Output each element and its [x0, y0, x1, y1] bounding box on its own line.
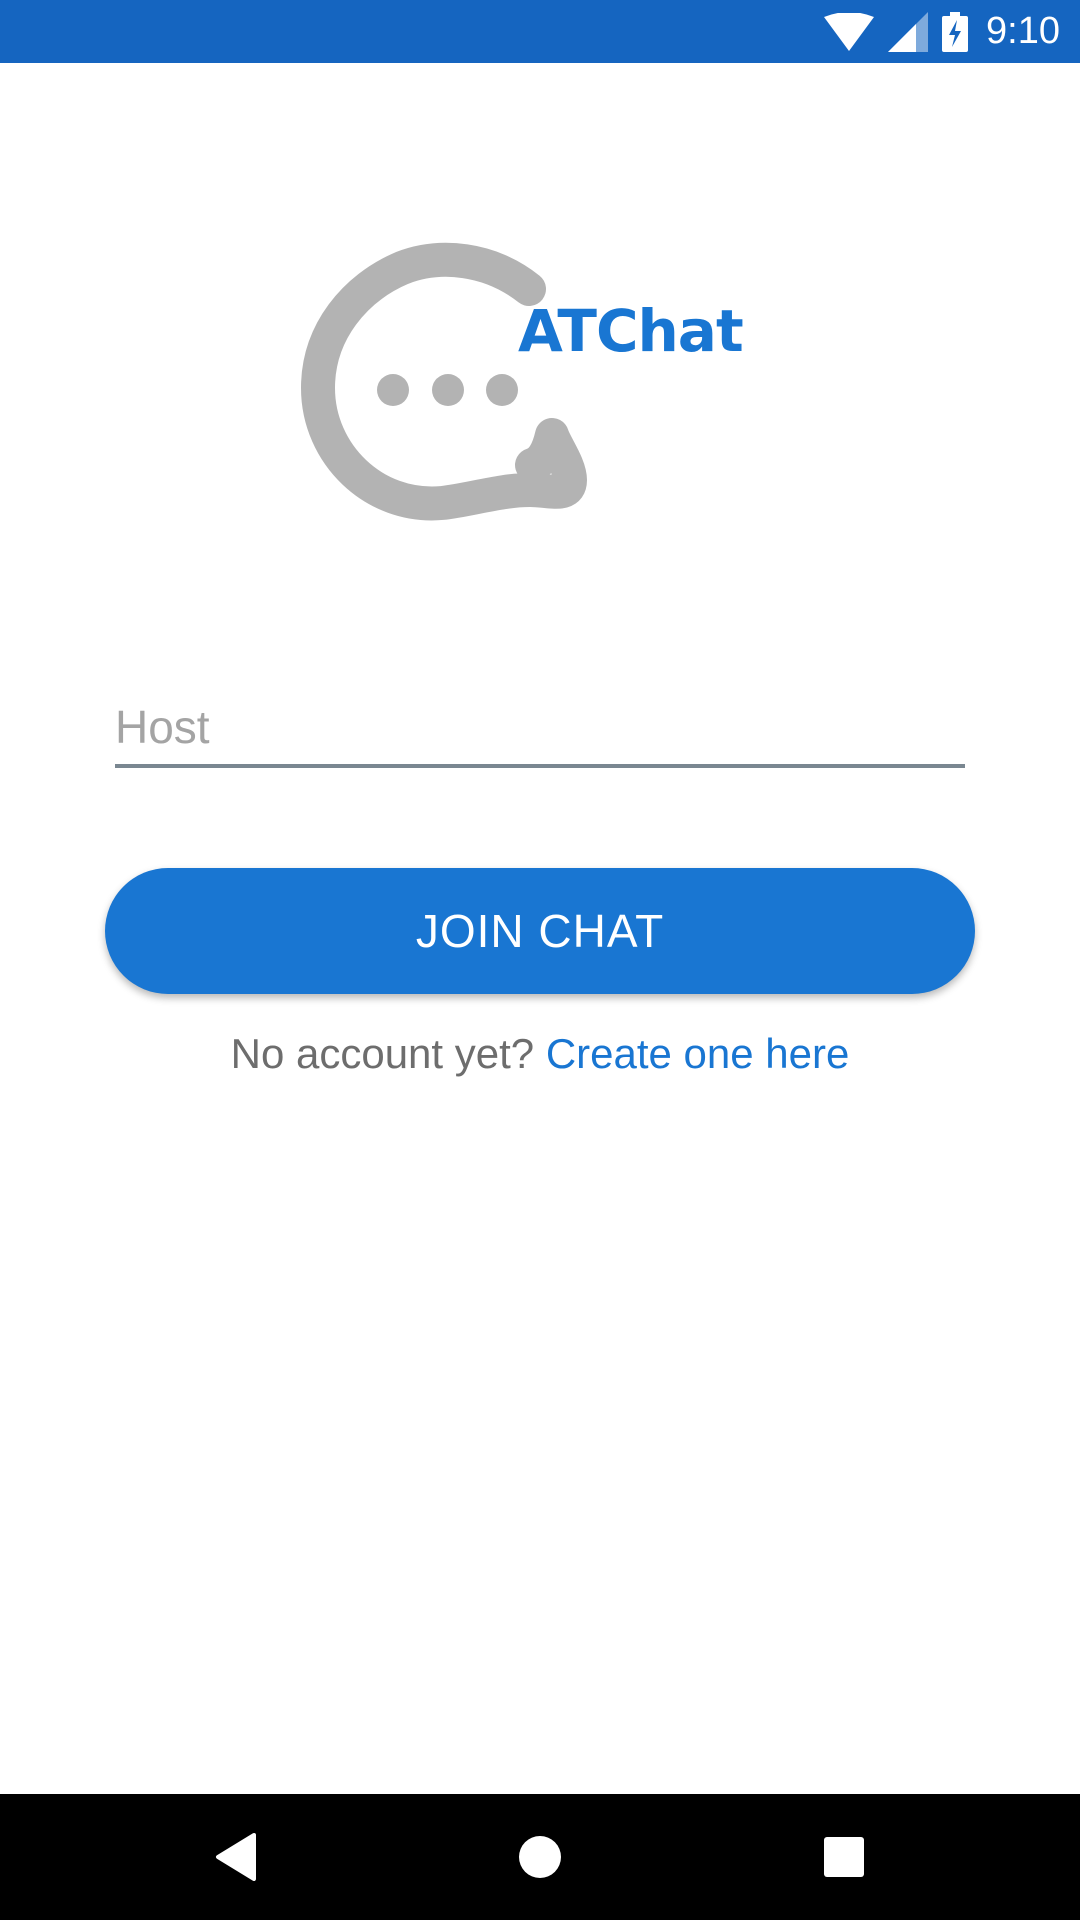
wifi-icon — [824, 12, 875, 51]
status-time: 9:10 — [986, 10, 1060, 52]
logo-wordmark: ATChat — [518, 302, 744, 360]
create-account-link[interactable]: Create one here — [546, 1030, 850, 1077]
typing-dot-icon — [432, 374, 464, 406]
status-icons: 9:10 — [824, 0, 1060, 63]
host-input[interactable] — [115, 690, 965, 768]
signup-prompt-text: No account yet? — [230, 1030, 535, 1077]
back-icon — [216, 1833, 256, 1881]
back-button[interactable] — [176, 1794, 296, 1920]
login-screen: 9:10 ATChat JOIN CHAT No account yet? Cr… — [0, 0, 1080, 1920]
cellular-signal-icon — [888, 11, 929, 52]
home-icon — [519, 1836, 561, 1878]
home-button[interactable] — [480, 1794, 600, 1920]
battery-charging-icon — [942, 11, 969, 52]
recents-icon — [824, 1837, 864, 1877]
signup-prompt: No account yet? Create one here — [0, 1030, 1080, 1078]
typing-dot-icon — [377, 374, 409, 406]
recents-button[interactable] — [784, 1794, 904, 1920]
navigation-bar — [0, 1794, 1080, 1920]
app-logo — [301, 242, 587, 521]
status-bar: 9:10 — [0, 0, 1080, 63]
logo-wordmark-text: ATChat — [518, 297, 744, 365]
join-chat-button[interactable]: JOIN CHAT — [105, 868, 975, 994]
typing-dot-icon — [486, 374, 518, 406]
